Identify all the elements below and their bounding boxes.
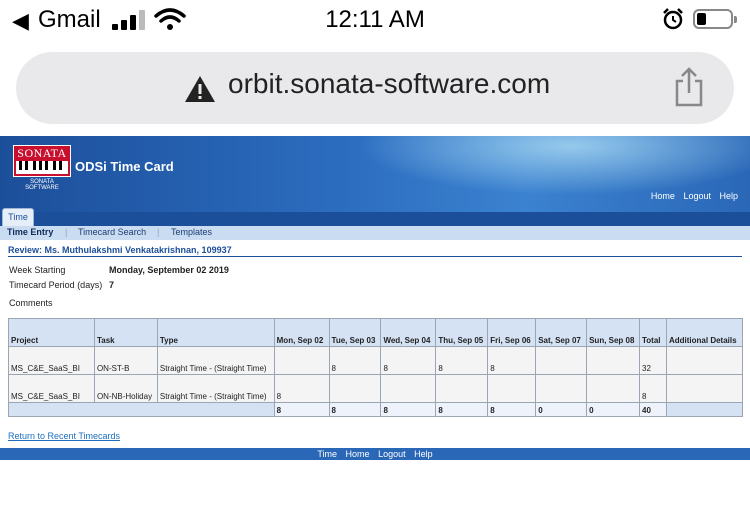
column-header: Sat, Sep 07	[535, 318, 588, 347]
subnav-time-entry[interactable]: Time Entry	[7, 227, 53, 237]
divider	[8, 256, 742, 257]
day-total-cell: 8	[487, 402, 537, 417]
hours-cell	[487, 374, 537, 403]
footer-logout-link[interactable]: Logout	[378, 449, 406, 459]
home-link[interactable]: Home	[651, 191, 675, 201]
hours-cell: 8	[273, 374, 330, 403]
sub-navigation: Time Entry | Timecard Search | Templates	[0, 226, 750, 240]
hours-cell	[273, 346, 330, 375]
subnav-separator: |	[157, 227, 160, 237]
project-cell: MS_C&E_SaaS_BI	[8, 374, 95, 403]
details-cell	[665, 374, 744, 403]
column-header: Additional Details	[665, 318, 744, 347]
tab-time[interactable]: Time	[2, 208, 34, 226]
column-header: Tue, Sep 03	[328, 318, 382, 347]
column-header: Task	[93, 318, 158, 347]
alarm-clock-icon	[663, 8, 683, 30]
header-links: Home Logout Help	[645, 191, 738, 201]
row-total-cell: 32	[639, 346, 667, 375]
footer-time-link[interactable]: Time	[317, 449, 337, 459]
day-total-cell: 0	[535, 402, 588, 417]
period-value: 7	[109, 280, 115, 290]
totals-spacer	[665, 402, 744, 417]
ios-status-bar: ◀ Gmail 12:11 AM	[0, 0, 750, 40]
totals-row: 8 8 8 8 8 0 0 40	[8, 402, 744, 417]
status-time: 12:11 AM	[325, 6, 425, 33]
warning-icon	[185, 76, 215, 102]
day-total-cell: 8	[380, 402, 437, 417]
week-starting-value: Monday, September 02 2019	[109, 265, 229, 275]
subnav-separator: |	[65, 227, 68, 237]
browser-address-bar[interactable]: orbit.sonata-software.com	[16, 52, 734, 124]
row-total-cell: 8	[639, 374, 667, 403]
day-total-cell: 0	[586, 402, 640, 417]
day-total-cell: 8	[273, 402, 330, 417]
task-cell: ON-NB-Holiday	[93, 374, 158, 403]
hours-cell: 8	[328, 346, 382, 375]
column-header: Total	[639, 318, 667, 347]
help-link[interactable]: Help	[719, 191, 738, 201]
type-cell: Straight Time - (Straight Time)	[156, 374, 275, 403]
type-cell: Straight Time - (Straight Time)	[156, 346, 275, 375]
hours-cell	[380, 374, 437, 403]
share-icon[interactable]	[672, 66, 706, 108]
hours-cell	[535, 374, 588, 403]
column-header: Wed, Sep 04	[380, 318, 437, 347]
details-cell	[665, 346, 744, 375]
period-label: Timecard Period (days)	[9, 280, 103, 290]
hours-cell	[586, 346, 640, 375]
logout-link[interactable]: Logout	[683, 191, 711, 201]
subnav-timecard-search[interactable]: Timecard Search	[78, 227, 146, 237]
subnav-templates[interactable]: Templates	[171, 227, 212, 237]
column-header: Fri, Sep 06	[487, 318, 537, 347]
hours-cell: 8	[380, 346, 437, 375]
table-header-row: Project Task Type Mon, Sep 02 Tue, Sep 0…	[8, 318, 744, 347]
return-to-recent-timecards-link[interactable]: Return to Recent Timecards	[8, 431, 120, 441]
table-row: MS_C&E_SaaS_BI ON-NB-Holiday Straight Ti…	[8, 374, 744, 403]
column-header: Project	[8, 318, 95, 347]
task-cell: ON-ST-B	[93, 346, 158, 375]
column-header: Thu, Sep 05	[435, 318, 489, 347]
totals-spacer	[8, 402, 275, 417]
tab-strip	[0, 212, 750, 226]
app-title: ODSi Time Card	[75, 159, 174, 174]
day-total-cell: 8	[435, 402, 489, 417]
hours-cell	[328, 374, 382, 403]
hours-cell	[435, 374, 489, 403]
sonata-logo: SONATA SONATA SOFTWARE	[13, 145, 71, 191]
project-cell: MS_C&E_SaaS_BI	[8, 346, 95, 375]
week-starting-label: Week Starting	[9, 265, 66, 275]
column-header: Mon, Sep 02	[273, 318, 330, 347]
review-heading: Review: Ms. Muthulakshmi Venkatakrishnan…	[8, 245, 232, 255]
footer-home-link[interactable]: Home	[346, 449, 370, 459]
battery-icon	[693, 9, 737, 29]
address-url[interactable]: orbit.sonata-software.com	[228, 68, 550, 100]
hours-cell	[586, 374, 640, 403]
app-header: SONATA SONATA SOFTWARE ODSi Time Card Ho…	[0, 136, 750, 212]
table-row: MS_C&E_SaaS_BI ON-ST-B Straight Time - (…	[8, 346, 744, 375]
footer-help-link[interactable]: Help	[414, 449, 433, 459]
hours-cell: 8	[435, 346, 489, 375]
grand-total-cell: 40	[639, 402, 667, 417]
timecard-table: Project Task Type Mon, Sep 02 Tue, Sep 0…	[8, 318, 744, 417]
column-header: Sun, Sep 08	[586, 318, 640, 347]
day-total-cell: 8	[328, 402, 382, 417]
hours-cell: 8	[487, 346, 537, 375]
comments-label: Comments	[9, 298, 53, 308]
column-header: Type	[156, 318, 275, 347]
hours-cell	[535, 346, 588, 375]
footer-links: Time Home Logout Help	[0, 448, 750, 460]
